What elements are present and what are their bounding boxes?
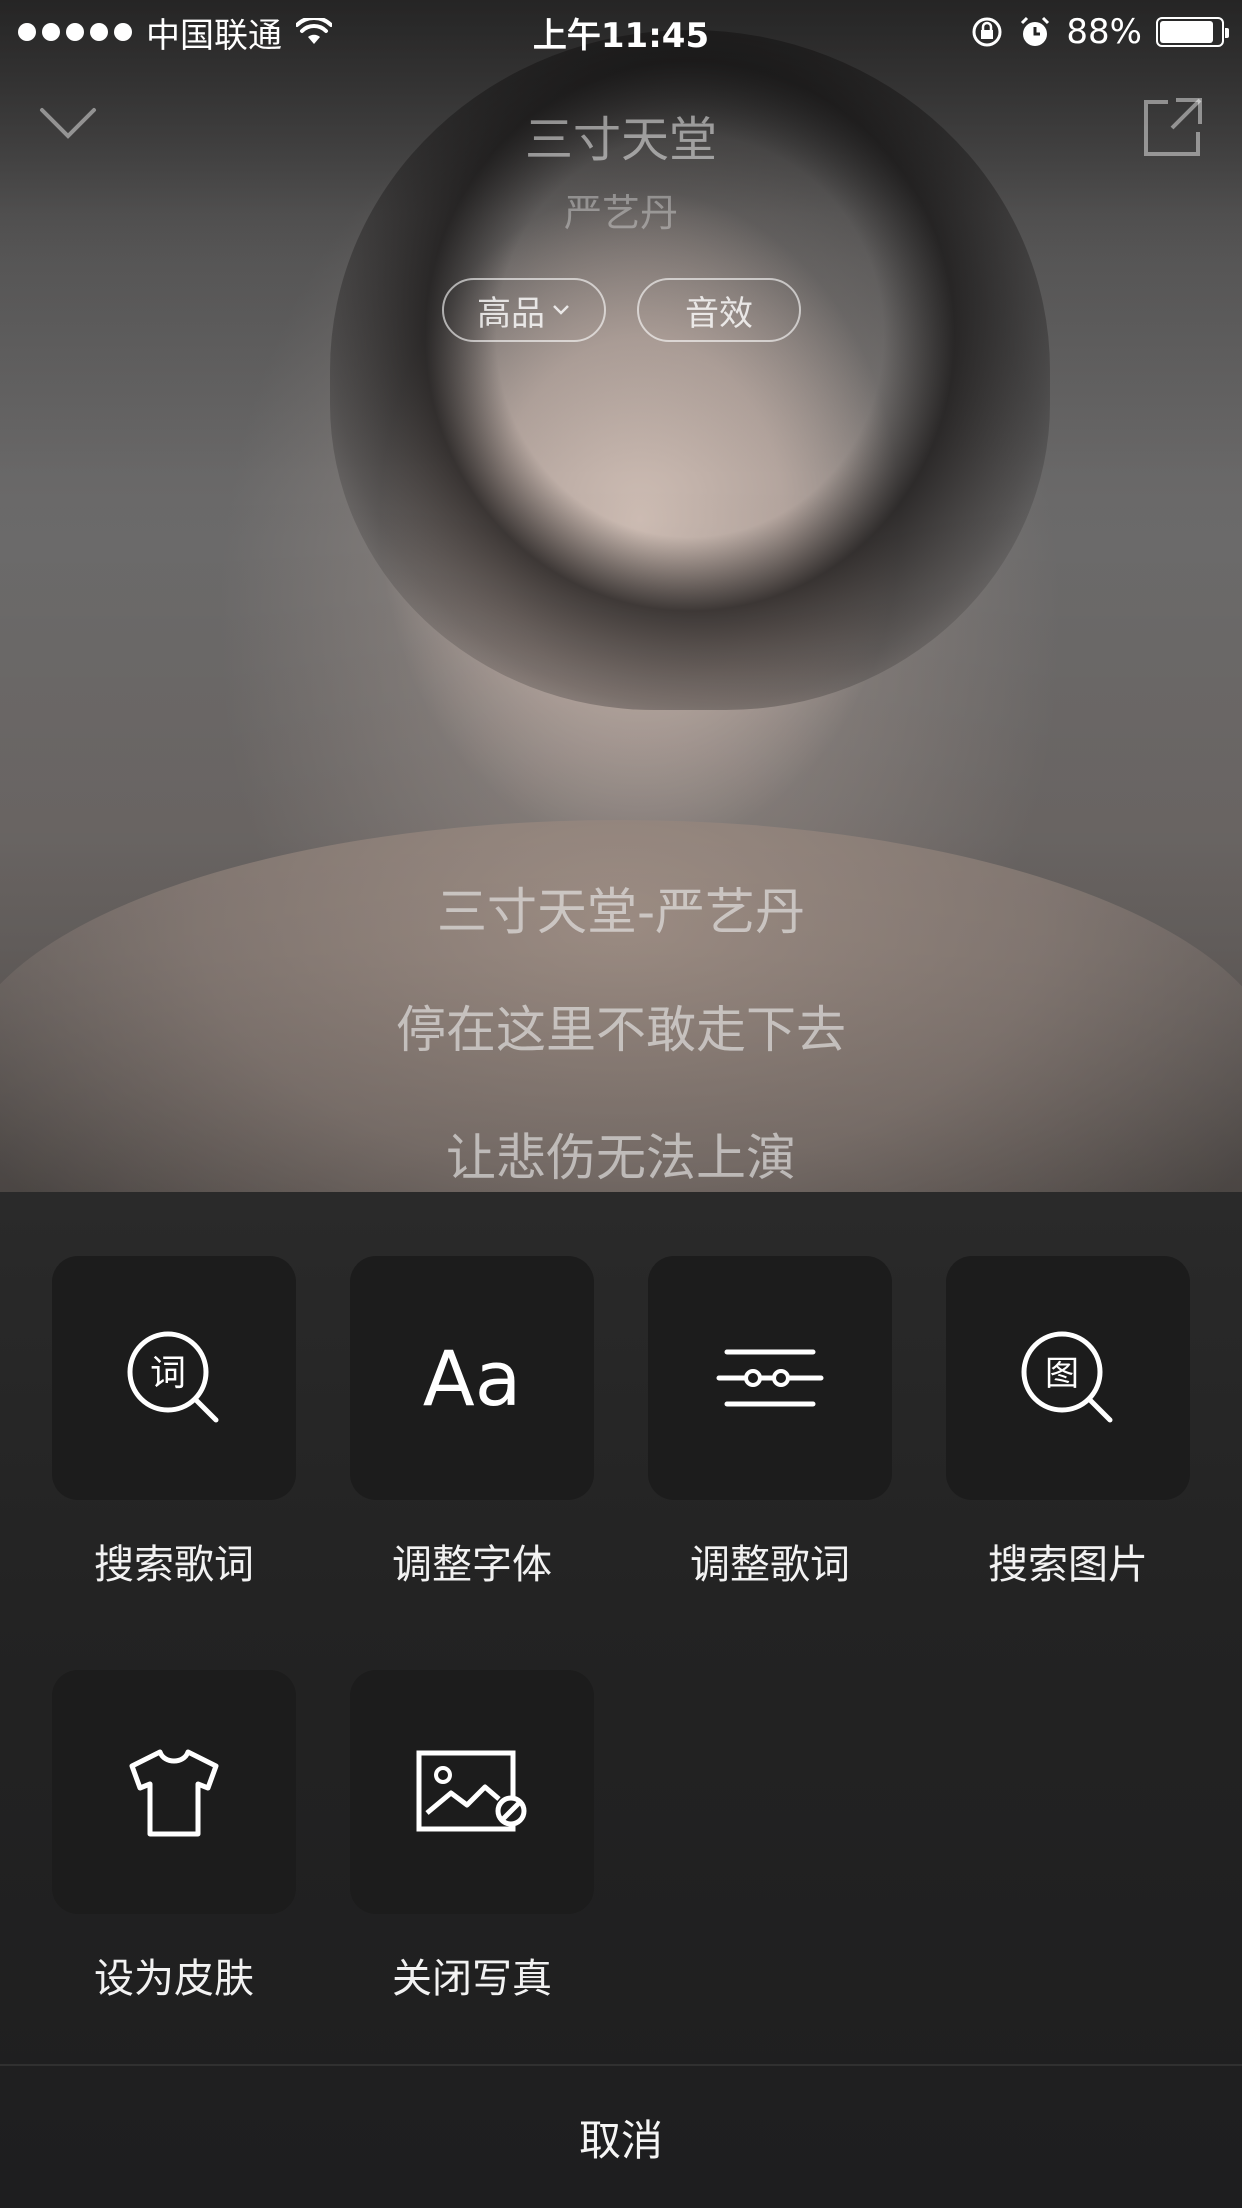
tshirt-icon [129,1749,219,1837]
image-off-icon [416,1750,527,1832]
search-lyrics-icon: 词 [127,1331,219,1423]
lyric-line: 停在这里不敢走下去 [396,1001,846,1059]
search-image-glyph: 图 [1045,1354,1079,1394]
lyric-adjust-icon [716,1349,824,1407]
close-photo-button[interactable] [350,1670,594,1914]
cancel-button[interactable]: 取消 [0,2066,1242,2208]
font-size-icon: Aa [423,1334,522,1423]
chevron-down-small-icon [553,305,569,315]
menu-item-label: 调整歌词 [690,1542,850,1588]
carrier-name: 中国联通 [146,15,282,56]
font-size-glyph: Aa [423,1334,522,1423]
wifi-icon [296,18,332,44]
signal-dots-icon [18,23,132,41]
search-image-button[interactable]: 图 [946,1256,1190,1500]
lyric-line: 让悲伤无法上演 [446,1129,796,1187]
quality-button[interactable]: 高品 [442,278,606,342]
set-skin-button[interactable] [52,1670,296,1914]
battery-icon [1156,17,1229,47]
search-image-icon: 图 [1021,1331,1113,1423]
share-icon[interactable] [1142,96,1204,158]
menu-item-label: 调整字体 [392,1542,552,1588]
sound-effect-button[interactable]: 音效 [637,278,801,342]
search-lyrics-button[interactable]: 词 [52,1256,296,1500]
menu-item-label: 关闭写真 [392,1956,552,2002]
lyric-line: 三寸天堂-严艺丹 [436,883,806,941]
status-left: 中国联通 [18,8,332,57]
battery-percent: 88% [1066,12,1142,52]
menu-item-label: 搜索歌词 [94,1542,254,1588]
status-right: 88% [970,12,1229,52]
alarm-icon [1021,16,1050,46]
search-lyrics-glyph: 词 [150,1353,186,1394]
adjust-lyrics-button[interactable] [648,1256,892,1500]
song-title: 三寸天堂 [524,112,717,168]
effect-label: 音效 [685,293,753,334]
orientation-lock-icon [972,17,1002,47]
menu-item-label: 设为皮肤 [94,1956,254,2002]
battery-fill [1160,21,1213,43]
menu-item-label: 搜索图片 [988,1542,1148,1588]
status-bar: 中国联通 上午11:45 88% [0,0,1242,64]
adjust-font-button[interactable]: Aa [350,1256,594,1500]
quality-label: 高品 [477,293,545,334]
artist-name: 严艺丹 [563,191,678,235]
